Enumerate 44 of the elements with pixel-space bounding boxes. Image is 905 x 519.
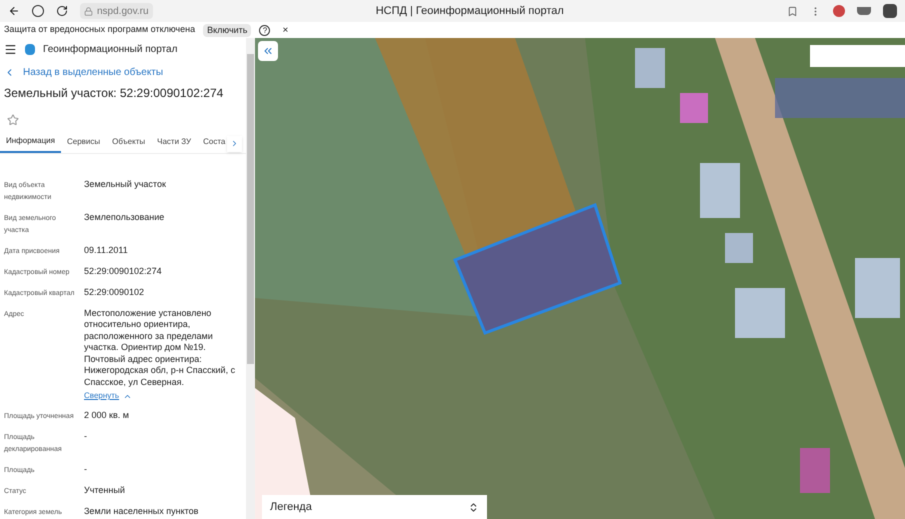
field-value: - [84,463,88,476]
field-value: 52:29:0090102 [84,286,146,298]
collapse-link[interactable]: Свернуть [84,390,242,402]
field-value: Земли населенных пунктов [84,505,200,518]
help-button[interactable]: ? [259,24,270,36]
field-value: - [84,430,88,442]
tab[interactable]: Объекты [106,130,152,152]
profile-icon[interactable] [883,4,897,18]
field-value: 2 000 кв. м [84,409,130,422]
map[interactable]: Легенда [255,38,905,519]
logo-icon [25,44,35,55]
scrollbar[interactable] [246,38,255,519]
extension-icon[interactable] [833,5,845,17]
field-value: Местоположение установлено относительно ориентира, расположенного за пределами участка. Ориентир дом №19. Почтовый адрес ориентира: Нижегородская обл, р-н Спасский, с Спасское, ул Северная. [84,306,236,388]
extension-icon[interactable] [857,7,871,15]
star-icon [7,114,19,126]
legend-dropdown[interactable]: Легенда [262,495,487,519]
menu-icon[interactable] [4,42,17,56]
back-link[interactable]: Назад в выделенные объекты [23,64,164,80]
enable-button[interactable]: Включить [203,24,252,36]
tab[interactable]: Сервисы [60,130,106,152]
field-value: 09.11.2011 [84,244,129,256]
up-down-chevron-icon [468,502,479,512]
lock-icon [84,6,93,16]
address-field[interactable]: nspd.gov.ru [80,3,153,19]
field-value: 52:29:0090102:274 [84,264,163,277]
back-icon[interactable] [8,5,20,17]
field-value: Учтенный [84,484,126,496]
favorite-button[interactable] [7,114,21,126]
protection-message: Защита от вредоносных программ отключена [4,23,196,36]
app-title: Геоинформационный портал [43,42,178,57]
field-value: Землепользование [84,210,166,223]
tab[interactable]: Соста [197,130,232,152]
tab[interactable]: Информация [0,130,61,152]
object-heading: Земельный участок: 52:29:0090102:274 [3,84,224,102]
tab[interactable]: Части ЗУ [151,130,198,152]
reload-icon[interactable] [56,5,68,17]
chevron-right-icon [230,139,239,148]
page-title: НСПД | Геоинформационный портал [374,4,565,19]
field-value: Земельный участок [84,178,167,190]
bookmark-icon[interactable] [787,6,798,16]
collapse-panel-button[interactable] [258,41,278,61]
close-button[interactable]: × [278,22,292,38]
double-chevron-left-icon [262,45,274,57]
